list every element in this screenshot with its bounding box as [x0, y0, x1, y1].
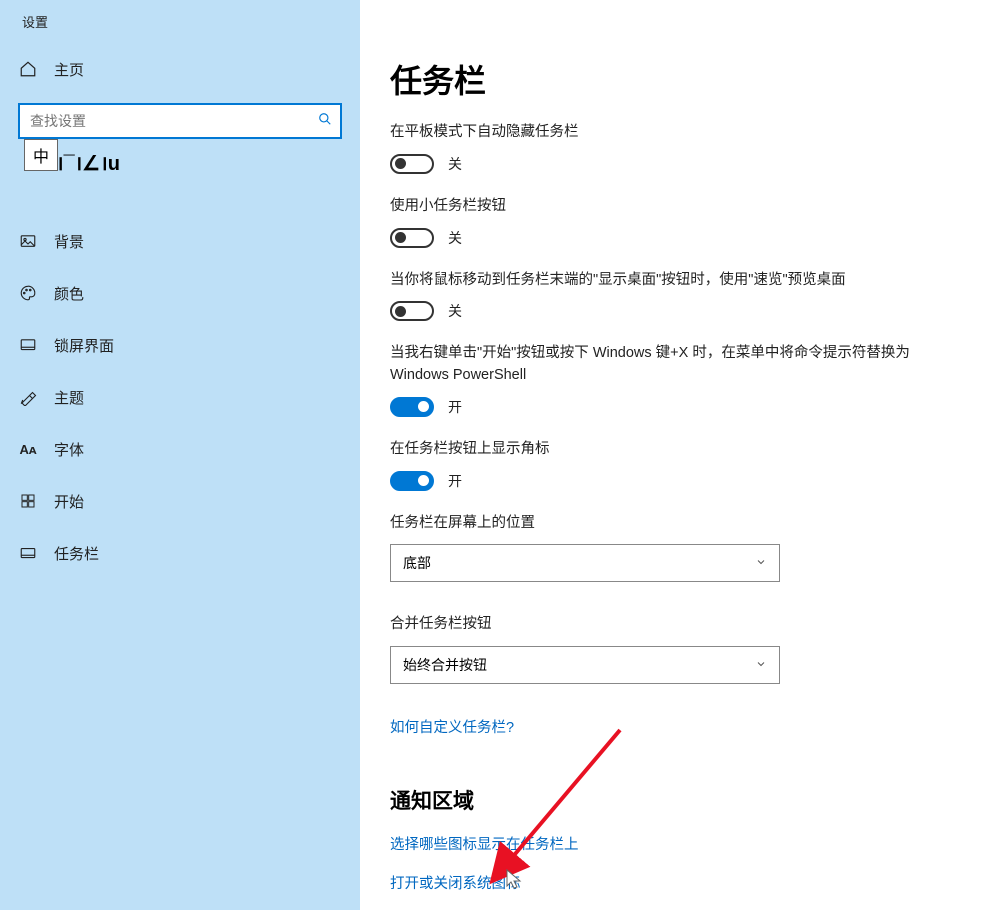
sidebar-item-label: 开始 — [54, 491, 84, 512]
setting-label: 使用小任务栏按钮 — [390, 196, 950, 218]
window-title: 设置 — [0, 10, 360, 43]
toggle-state: 关 — [448, 228, 462, 248]
setting-combine: 合并任务栏按钮 始终合并按钮 — [390, 614, 950, 684]
sidebar: 设置 主页 中 ।¯।∠।u 背景 颜色 锁屏界面 — [0, 0, 360, 910]
toggle-peek-desktop[interactable] — [390, 301, 434, 321]
page-title: 任务栏 — [390, 56, 972, 102]
ime-indicator[interactable]: 中 — [24, 139, 58, 171]
sidebar-item-label: 锁屏界面 — [54, 335, 114, 356]
setting-label: 在平板模式下自动隐藏任务栏 — [390, 122, 950, 144]
picture-icon — [18, 231, 38, 251]
setting-label: 当你将鼠标移动到任务栏末端的"显示桌面"按钮时，使用"速览"预览桌面 — [390, 270, 950, 292]
chevron-down-icon — [755, 555, 767, 571]
setting-label: 任务栏在屏幕上的位置 — [390, 513, 950, 535]
sidebar-item-colors[interactable]: 颜色 — [0, 267, 360, 319]
link-customize-taskbar[interactable]: 如何自定义任务栏? — [390, 716, 972, 737]
link-select-icons[interactable]: 选择哪些图标显示在任务栏上 — [390, 833, 972, 854]
nav-home-label: 主页 — [54, 59, 84, 80]
select-taskbar-position[interactable]: 底部 — [390, 544, 780, 582]
font-icon: Aᴀ — [18, 439, 38, 459]
content-pane: 任务栏 在平板模式下自动隐藏任务栏 关 使用小任务栏按钮 关 当你将鼠标移动到任… — [360, 0, 1002, 910]
setting-small-buttons: 使用小任务栏按钮 关 — [390, 196, 950, 248]
taskbar-icon — [18, 543, 38, 563]
sidebar-item-label: 背景 — [54, 231, 84, 252]
setting-powershell: 当我右键单击"开始"按钮或按下 Windows 键+X 时，在菜单中将命令提示符… — [390, 343, 950, 417]
sidebar-item-label: 主题 — [54, 387, 84, 408]
nav-home[interactable]: 主页 — [0, 43, 360, 95]
sidebar-item-label: 颜色 — [54, 283, 84, 304]
start-icon — [18, 491, 38, 511]
toggle-state: 关 — [448, 154, 462, 174]
sidebar-item-start[interactable]: 开始 — [0, 475, 360, 527]
home-icon — [18, 59, 38, 79]
toggle-state: 关 — [448, 301, 462, 321]
setting-peek-desktop: 当你将鼠标移动到任务栏末端的"显示桌面"按钮时，使用"速览"预览桌面 关 — [390, 270, 950, 322]
section-notification-area: 通知区域 — [390, 785, 972, 815]
setting-label: 合并任务栏按钮 — [390, 614, 950, 636]
lockscreen-icon — [18, 335, 38, 355]
select-combine-buttons[interactable]: 始终合并按钮 — [390, 646, 780, 684]
setting-label: 当我右键单击"开始"按钮或按下 Windows 键+X 时，在菜单中将命令提示符… — [390, 343, 950, 387]
setting-badges: 在任务栏按钮上显示角标 开 — [390, 439, 950, 491]
setting-auto-hide-tablet: 在平板模式下自动隐藏任务栏 关 — [390, 122, 950, 174]
sidebar-item-themes[interactable]: 主题 — [0, 371, 360, 423]
sidebar-item-lockscreen[interactable]: 锁屏界面 — [0, 319, 360, 371]
sidebar-item-fonts[interactable]: Aᴀ 字体 — [0, 423, 360, 475]
select-value: 始终合并按钮 — [403, 655, 487, 675]
sidebar-item-background[interactable]: 背景 — [0, 215, 360, 267]
palette-icon — [18, 283, 38, 303]
search-wrap: 中 — [0, 95, 360, 149]
setting-position: 任务栏在屏幕上的位置 底部 — [390, 513, 950, 583]
toggle-small-buttons[interactable] — [390, 228, 434, 248]
theme-icon — [18, 387, 38, 407]
chevron-down-icon — [755, 657, 767, 673]
toggle-badges[interactable] — [390, 471, 434, 491]
sidebar-item-label: 字体 — [54, 439, 84, 460]
toggle-state: 开 — [448, 397, 462, 417]
select-value: 底部 — [403, 553, 431, 573]
setting-label: 在任务栏按钮上显示角标 — [390, 439, 950, 461]
sidebar-item-label: 任务栏 — [54, 543, 99, 564]
toggle-state: 开 — [448, 471, 462, 491]
sidebar-item-taskbar[interactable]: 任务栏 — [0, 527, 360, 579]
toggle-auto-hide-tablet[interactable] — [390, 154, 434, 174]
link-system-icons[interactable]: 打开或关闭系统图标 — [390, 872, 972, 893]
toggle-powershell[interactable] — [390, 397, 434, 417]
search-input[interactable] — [18, 103, 342, 139]
